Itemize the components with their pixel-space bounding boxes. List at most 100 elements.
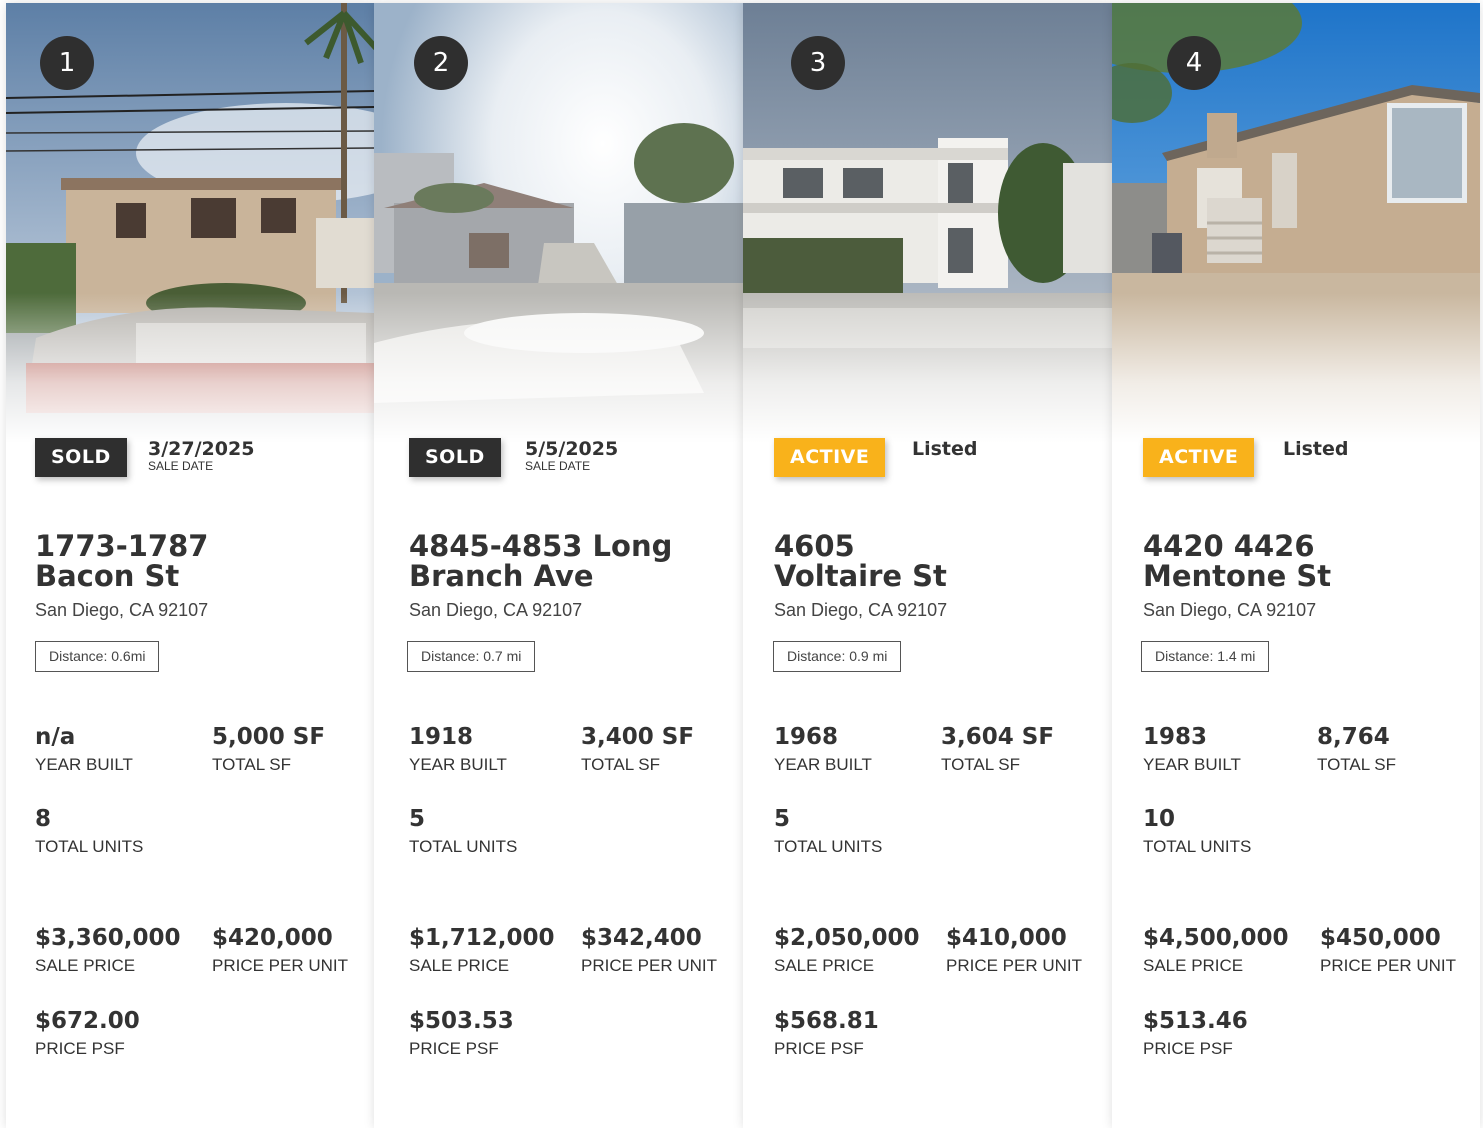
sale-date-value: 3/27/2025 (148, 438, 255, 460)
sale-price-stat: $1,712,000 SALE PRICE (409, 925, 555, 977)
total-sf-value: 8,764 (1317, 724, 1390, 750)
property-card[interactable]: 3 ACTIVE Listed 4605 Voltaire St San Die… (743, 3, 1112, 1128)
total-sf-label: TOTAL SF (1317, 755, 1397, 774)
price-psf-label: PRICE PSF (35, 1039, 125, 1058)
total-sf-label: TOTAL SF (581, 755, 661, 774)
total-units-value: 10 (1143, 806, 1176, 832)
price-psf-label: PRICE PSF (1143, 1039, 1233, 1058)
sale-date-value: 5/5/2025 (525, 438, 619, 460)
total-units-label: TOTAL UNITS (1143, 837, 1252, 856)
total-units-stat: 5 TOTAL UNITS (774, 806, 882, 858)
property-card[interactable]: 1 SOLD 3/27/2025 SALE DATE 1773-1787 Bac… (6, 3, 374, 1128)
price-psf-value: $568.81 (774, 1008, 879, 1034)
total-sf-stat: 5,000 SF TOTAL SF (212, 724, 325, 776)
sale-price-label: SALE PRICE (409, 956, 510, 975)
year-built-stat: 1918 YEAR BUILT (409, 724, 507, 776)
year-built-label: YEAR BUILT (409, 755, 507, 774)
total-units-stat: 8 TOTAL UNITS (35, 806, 143, 858)
distance-tag: Distance: 0.7 mi (407, 641, 536, 672)
year-built-value: 1968 (774, 724, 839, 750)
price-psf-stat: $568.81 PRICE PSF (774, 1008, 879, 1060)
year-built-label: YEAR BUILT (1143, 755, 1241, 774)
price-psf-value: $503.53 (409, 1008, 514, 1034)
sale-date-label: SALE DATE (525, 459, 591, 473)
sale-price-value: $1,712,000 (409, 925, 555, 951)
total-sf-label: TOTAL SF (941, 755, 1021, 774)
total-units-value: 5 (409, 806, 426, 832)
total-units-label: TOTAL UNITS (35, 837, 144, 856)
property-address[interactable]: 1773-1787 Bacon St (35, 531, 208, 591)
price-per-unit-value: $450,000 (1320, 925, 1441, 951)
sale-price-label: SALE PRICE (1143, 956, 1244, 975)
year-built-stat: 1968 YEAR BUILT (774, 724, 872, 776)
price-per-unit-value: $342,400 (581, 925, 702, 951)
price-per-unit-label: PRICE PER UNIT (581, 956, 718, 975)
total-sf-label: TOTAL SF (212, 755, 292, 774)
distance-tag: Distance: 0.6mi (35, 641, 160, 672)
year-built-value: 1983 (1143, 724, 1208, 750)
property-city: San Diego, CA 92107 (35, 600, 209, 620)
price-psf-label: PRICE PSF (774, 1039, 864, 1058)
year-built-stat: n/a YEAR BUILT (35, 724, 133, 776)
property-card[interactable]: 4 ACTIVE Listed 4420 4426 Mentone St San… (1112, 3, 1480, 1128)
year-built-value: 1918 (409, 724, 474, 750)
card-number-badge: 1 (40, 36, 94, 90)
sale-price-value: $3,360,000 (35, 925, 181, 951)
sale-date: 5/5/2025 SALE DATE (525, 438, 618, 473)
year-built-label: YEAR BUILT (774, 755, 872, 774)
address-line-1: 4605 (774, 529, 855, 563)
property-address[interactable]: 4845-4853 Long Branch Ave (409, 531, 672, 591)
price-per-unit-label: PRICE PER UNIT (212, 956, 349, 975)
year-built-label: YEAR BUILT (35, 755, 133, 774)
total-units-label: TOTAL UNITS (409, 837, 518, 856)
address-line-2: Branch Ave (409, 559, 594, 593)
listed-label: Listed (912, 438, 978, 460)
address-line-1: 4845-4853 Long (409, 529, 673, 563)
status-badge: SOLD (409, 438, 501, 477)
price-psf-label: PRICE PSF (409, 1039, 499, 1058)
property-address[interactable]: 4420 4426 Mentone St (1143, 531, 1331, 591)
price-psf-stat: $513.46 PRICE PSF (1143, 1008, 1248, 1060)
status-badge: ACTIVE (774, 438, 886, 477)
address-line-2: Mentone St (1143, 559, 1332, 593)
total-units-value: 5 (774, 806, 791, 832)
sale-date-label: SALE DATE (148, 459, 214, 473)
sale-date: 3/27/2025 SALE DATE (148, 438, 254, 473)
sale-price-value: $2,050,000 (774, 925, 920, 951)
listed-label: Listed (1283, 438, 1349, 460)
total-units-stat: 5 TOTAL UNITS (409, 806, 517, 858)
price-per-unit-stat: $342,400 PRICE PER UNIT (581, 925, 717, 977)
total-sf-stat: 3,604 SF TOTAL SF (941, 724, 1054, 776)
price-per-unit-stat: $450,000 PRICE PER UNIT (1320, 925, 1456, 977)
card-number-badge: 4 (1167, 36, 1221, 90)
address-line-1: 1773-1787 (35, 529, 209, 563)
status-badge: SOLD (35, 438, 127, 477)
distance-tag: Distance: 0.9 mi (773, 641, 902, 672)
total-units-value: 8 (35, 806, 52, 832)
listing-status: Listed (1283, 438, 1349, 460)
sale-price-value: $4,500,000 (1143, 925, 1289, 951)
address-line-2: Voltaire St (774, 559, 947, 593)
comparables-list: 1 SOLD 3/27/2025 SALE DATE 1773-1787 Bac… (6, 3, 1480, 1128)
address-line-1: 4420 4426 (1143, 529, 1315, 563)
year-built-value: n/a (35, 724, 76, 750)
card-number-badge: 3 (791, 36, 845, 90)
sale-price-stat: $3,360,000 SALE PRICE (35, 925, 181, 977)
status-badge: ACTIVE (1143, 438, 1255, 477)
property-address[interactable]: 4605 Voltaire St (774, 531, 947, 591)
total-units-stat: 10 TOTAL UNITS (1143, 806, 1251, 858)
property-city: San Diego, CA 92107 (409, 600, 583, 620)
address-line-2: Bacon St (35, 559, 180, 593)
total-sf-value: 3,604 SF (941, 724, 1055, 750)
price-per-unit-value: $410,000 (946, 925, 1067, 951)
price-per-unit-stat: $420,000 PRICE PER UNIT (212, 925, 348, 977)
card-number-badge: 2 (414, 36, 468, 90)
price-psf-value: $672.00 (35, 1008, 140, 1034)
property-card[interactable]: 2 SOLD 5/5/2025 SALE DATE 4845-4853 Long… (374, 3, 743, 1128)
property-city: San Diego, CA 92107 (1143, 600, 1317, 620)
total-sf-value: 3,400 SF (581, 724, 695, 750)
price-per-unit-label: PRICE PER UNIT (1320, 956, 1457, 975)
sale-price-stat: $4,500,000 SALE PRICE (1143, 925, 1289, 977)
property-city: San Diego, CA 92107 (774, 600, 948, 620)
total-sf-stat: 8,764 TOTAL SF (1317, 724, 1396, 776)
